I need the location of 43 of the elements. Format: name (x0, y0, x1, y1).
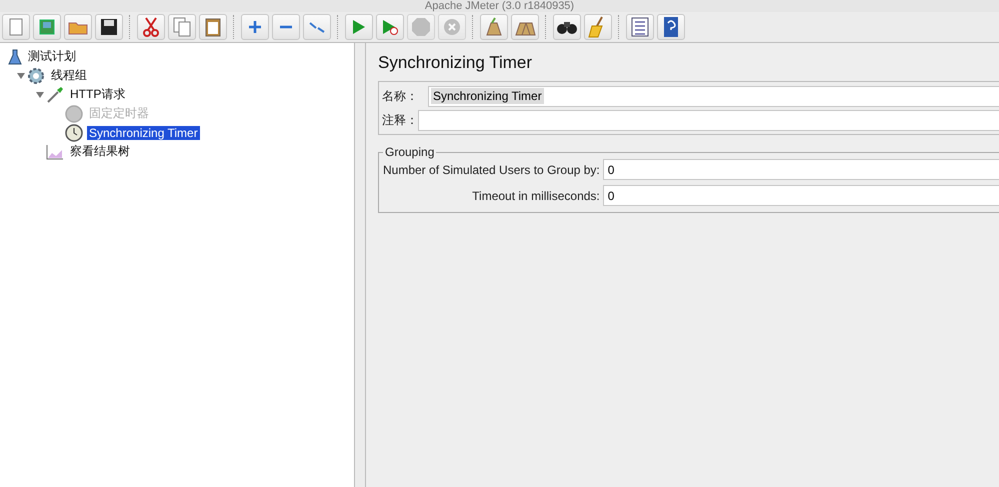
copy-icon (173, 17, 191, 37)
stopwatch-icon (65, 104, 83, 122)
toolbar-button[interactable] (95, 14, 123, 40)
list-icon (631, 17, 649, 37)
expand-triangle-icon[interactable] (17, 72, 25, 80)
tree-item[interactable]: 线程组 (49, 67, 89, 84)
toolbar-button[interactable] (553, 14, 581, 40)
minus-icon (279, 25, 293, 29)
chart-icon (46, 144, 64, 160)
play-icon (382, 19, 398, 35)
tree-item[interactable]: Synchronizing Timer (87, 126, 200, 140)
comment-field[interactable] (418, 110, 999, 130)
toolbar-button[interactable] (657, 14, 685, 40)
help-book-icon (663, 16, 679, 38)
panel-title: Synchronizing Timer (378, 53, 534, 73)
window-title: Apache JMeter (3.0 r1840935) (424, 0, 574, 12)
flask-icon (8, 48, 22, 64)
input-field[interactable]: 0 (602, 185, 999, 206)
tree-item[interactable]: HTTP请求 (68, 86, 128, 103)
gear-icon (27, 66, 45, 84)
group-title: Grouping (384, 145, 436, 159)
pipette-icon (46, 86, 64, 104)
document-icon (9, 18, 23, 36)
book-icon (38, 18, 56, 36)
tree-item[interactable]: 测试计划 (26, 48, 78, 65)
binoculars-icon (556, 19, 578, 35)
field-label: Timeout in milliseconds: (471, 188, 600, 202)
field-value: Synchronizing Timer (431, 88, 544, 104)
clipboard-icon (205, 17, 221, 37)
stopwatch-icon (65, 124, 83, 142)
field-label: 注释： (382, 112, 418, 128)
field-label: Number of Simulated Users to Group by: (383, 162, 600, 176)
scissors-icon (142, 17, 160, 37)
name-field[interactable]: Synchronizing Timer (428, 86, 999, 106)
stop-icon (411, 17, 431, 37)
expand-triangle-icon[interactable] (36, 90, 44, 98)
tree-item[interactable]: 察看结果树 (68, 143, 132, 160)
close-icon (443, 18, 461, 36)
input-field[interactable]: 0 (602, 159, 999, 180)
plus-icon (248, 20, 262, 34)
field-label: 名称： (382, 88, 418, 104)
play-icon (352, 19, 366, 35)
toolbar-button[interactable] (626, 14, 654, 40)
